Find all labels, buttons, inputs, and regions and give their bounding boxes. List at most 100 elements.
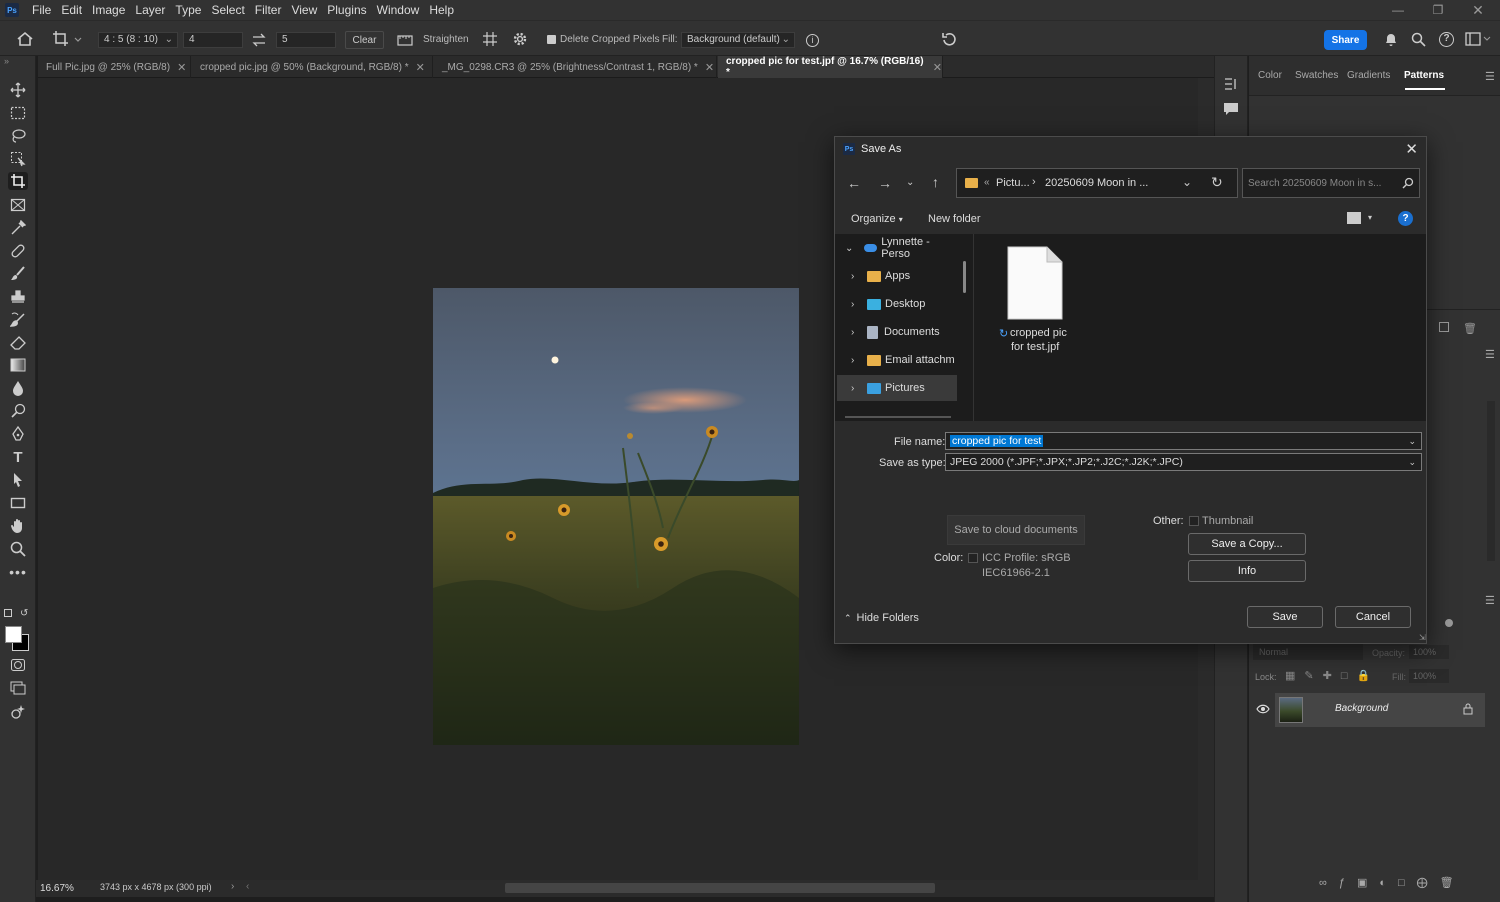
panel-menu-icon-2[interactable]: ☰ (1485, 348, 1495, 361)
new-pattern-icon[interactable] (1439, 322, 1449, 332)
address-bar[interactable]: « Pictu... › 20250609 Moon in ... ⌄ ↻ (956, 168, 1238, 198)
canvas-horizontal-scroll-thumb[interactable] (505, 883, 935, 893)
panel-scrollbar[interactable] (1487, 401, 1495, 561)
resize-grip-icon[interactable]: ⇲ (1419, 633, 1426, 642)
collapse-toolbar-icon[interactable]: » (4, 56, 9, 66)
dodge-tool-icon[interactable] (8, 402, 28, 420)
close-tab-icon[interactable]: ✕ (416, 61, 425, 74)
save-button[interactable]: Save (1247, 606, 1323, 628)
breadcrumb-current-folder[interactable]: 20250609 Moon in ... (1045, 177, 1148, 189)
zoom-level[interactable]: 16.67% (40, 883, 74, 894)
menu-type[interactable]: Type (170, 0, 206, 20)
lasso-tool-icon[interactable] (8, 127, 28, 145)
nav-documents[interactable]: › Documents (837, 319, 957, 345)
close-tab-icon[interactable]: ✕ (177, 61, 186, 74)
eyedropper-tool-icon[interactable] (8, 219, 28, 237)
fill-opacity-input[interactable]: 100% (1409, 669, 1449, 683)
crop-width-input[interactable]: 4 (183, 32, 243, 48)
aspect-ratio-select[interactable]: 4 : 5 (8 : 10) ⌄ (98, 32, 178, 48)
menu-plugins[interactable]: Plugins (322, 0, 371, 20)
menu-window[interactable]: Window (372, 0, 425, 20)
folder-search-input[interactable]: Search 20250609 Moon in s... (1248, 178, 1381, 189)
menu-image[interactable]: Image (87, 0, 130, 20)
pen-tool-icon[interactable] (8, 425, 28, 443)
back-arrow-icon[interactable]: ← (847, 175, 861, 191)
workspace-icon[interactable] (1465, 32, 1491, 46)
crop-tool-preset-icon[interactable] (52, 30, 82, 48)
file-item-cropped-pic[interactable]: ↻ cropped pic for test.jpf (999, 244, 1071, 356)
menu-filter[interactable]: Filter (250, 0, 287, 20)
file-name-input[interactable]: cropped pic for test ⌄ (945, 432, 1422, 450)
layer-visibility-eye-icon[interactable] (1256, 704, 1270, 714)
more-tools-icon[interactable]: ••• (8, 563, 28, 581)
save-to-cloud-button[interactable]: Save to cloud documents (947, 515, 1085, 545)
notification-bell-icon[interactable] (1384, 32, 1398, 47)
nav-apps[interactable]: › Apps (837, 263, 957, 289)
thumbnail-checkbox[interactable] (1189, 516, 1199, 526)
nav-email-attachments[interactable]: › Email attachme (837, 347, 957, 373)
save-as-type-select[interactable]: JPEG 2000 (*.JPF;*.JPX;*.JP2;*.J2C;*.J2K… (945, 453, 1422, 471)
info-button[interactable]: Info (1188, 560, 1306, 582)
brush-tool-icon[interactable] (8, 265, 28, 283)
search-icon[interactable] (1402, 177, 1414, 189)
hand-tool-icon[interactable] (8, 517, 28, 535)
expand-chevron-icon[interactable]: › (851, 271, 867, 282)
overlay-grid-icon[interactable] (482, 31, 498, 47)
tab-color[interactable]: Color (1258, 70, 1282, 81)
layer-name[interactable]: Background (1335, 703, 1388, 714)
history-brush-tool-icon[interactable] (8, 311, 28, 329)
lock-icons[interactable]: ▦✎✚□🔒 (1285, 669, 1379, 682)
tab-gradients[interactable]: Gradients (1347, 70, 1390, 81)
nav-scrollbar[interactable] (963, 261, 966, 293)
zoom-tool-icon[interactable] (8, 540, 28, 558)
cancel-button[interactable]: Cancel (1335, 606, 1411, 628)
file-name-dropdown-icon[interactable]: ⌄ (1408, 433, 1416, 449)
tab-patterns[interactable]: Patterns (1404, 70, 1444, 81)
clone-stamp-tool-icon[interactable] (8, 288, 28, 306)
layers-footer-icons[interactable]: ∞ƒ▣◐□⨁🗑 (1319, 876, 1466, 889)
blur-tool-icon[interactable] (8, 379, 28, 397)
crop-tool-icon[interactable] (8, 172, 28, 190)
organize-menu[interactable]: Organize ▾ (851, 213, 903, 225)
breadcrumb-pictures[interactable]: Pictu... (996, 177, 1030, 189)
view-mode-icon[interactable] (1347, 212, 1361, 224)
settings-gear-icon[interactable] (512, 31, 528, 47)
crop-height-input[interactable]: 5 (276, 32, 336, 48)
menu-view[interactable]: View (286, 0, 322, 20)
up-folder-icon[interactable]: ↑ (932, 174, 939, 190)
nav-pictures[interactable]: › Pictures (837, 375, 957, 401)
healing-brush-tool-icon[interactable] (8, 242, 28, 260)
straighten-icon[interactable] (397, 33, 413, 47)
default-colors-icon[interactable] (4, 609, 12, 617)
share-button[interactable]: Share (1324, 30, 1367, 50)
maximize-icon[interactable]: ❐ (1418, 0, 1458, 20)
layers-panel-menu-icon[interactable]: ☰ (1485, 594, 1495, 607)
delete-cropped-label[interactable]: Delete Cropped Pixels (560, 34, 660, 45)
nav-onedrive[interactable]: ⌄ Lynnette - Perso (837, 235, 957, 261)
layer-row-background[interactable]: Background (1275, 693, 1485, 727)
document-image[interactable] (433, 288, 799, 745)
icc-profile-checkbox[interactable] (968, 553, 978, 563)
menu-layer[interactable]: Layer (130, 0, 170, 20)
history-panel-icon[interactable] (1223, 76, 1239, 92)
rectangle-tool-icon[interactable] (8, 494, 28, 512)
nav-horizontal-scrollbar[interactable] (845, 416, 951, 418)
swap-colors-icon[interactable]: ↺ (20, 608, 28, 619)
object-selection-tool-icon[interactable] (8, 150, 28, 168)
tab-swatches[interactable]: Swatches (1295, 70, 1338, 81)
type-dropdown-icon[interactable]: ⌄ (1408, 454, 1416, 470)
generative-fill-icon[interactable] (8, 703, 28, 721)
quick-mask-icon[interactable] (8, 656, 28, 674)
tab-cropped-pic[interactable]: cropped pic.jpg @ 50% (Background, RGB/8… (192, 56, 433, 78)
straighten-label[interactable]: Straighten (423, 34, 469, 45)
help-icon[interactable]: ? (1398, 211, 1413, 226)
close-dialog-icon[interactable]: ✕ (1405, 140, 1418, 158)
address-dropdown-icon[interactable]: ⌄ (1182, 175, 1192, 189)
expand-chevron-icon[interactable]: › (851, 383, 867, 394)
help-icon[interactable]: ? (1439, 32, 1454, 47)
delete-pattern-icon[interactable]: 🗑 (1463, 322, 1477, 335)
recent-locations-icon[interactable]: ⌄ (906, 177, 914, 188)
screen-mode-icon[interactable] (8, 679, 28, 697)
new-folder-button[interactable]: New folder (928, 213, 981, 225)
delete-cropped-checkbox[interactable] (547, 35, 556, 44)
